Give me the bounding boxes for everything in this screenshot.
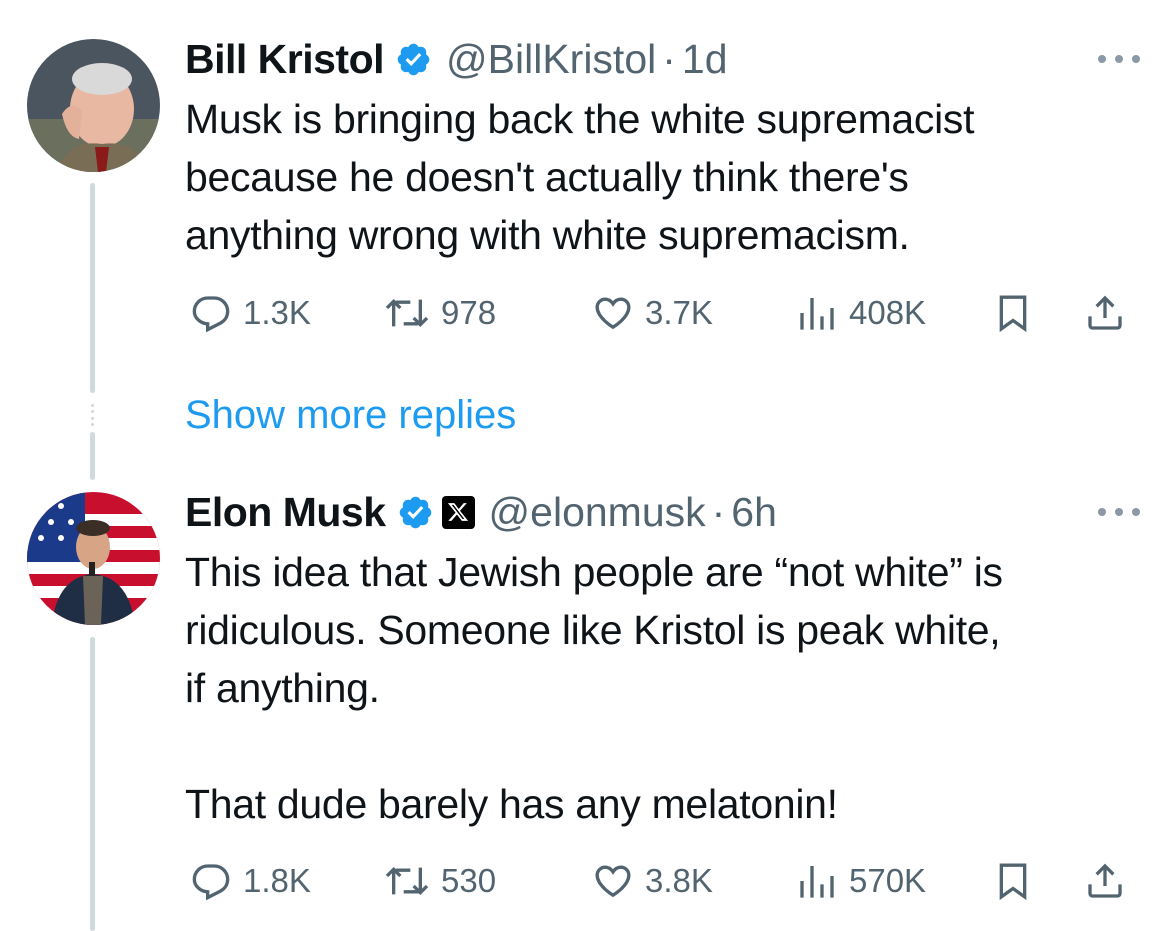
like-button[interactable]: 3.8K	[593, 856, 713, 906]
bookmark-icon	[999, 863, 1027, 901]
bookmark-icon	[999, 295, 1027, 333]
heart-icon	[595, 865, 631, 898]
reply-button[interactable]: 1.8K	[191, 856, 311, 906]
avatar[interactable]	[27, 492, 160, 625]
avatar[interactable]	[27, 39, 160, 172]
tweet-header: Elon Musk @elonmusk · 6h	[185, 487, 777, 537]
x-affiliation-icon[interactable]	[441, 495, 475, 529]
repost-icon	[385, 298, 429, 328]
verified-badge-icon[interactable]	[397, 494, 434, 531]
show-more-replies-link[interactable]: Show more replies	[185, 393, 516, 438]
verified-badge-icon[interactable]	[395, 41, 432, 78]
more-icon[interactable]	[1098, 49, 1140, 69]
heart-icon	[595, 297, 631, 330]
separator-dot: ·	[711, 488, 726, 535]
separator-dot: ·	[662, 35, 676, 82]
view-count: 408K	[849, 294, 927, 331]
action-bar: 1.8K 530 3.8K 570K	[185, 856, 1145, 906]
share-button[interactable]	[1085, 288, 1137, 338]
reply-icon	[192, 864, 230, 901]
handle[interactable]: @elonmusk	[489, 489, 706, 536]
share-icon	[1088, 863, 1122, 898]
views-button[interactable]: 408K	[797, 288, 926, 338]
display-name[interactable]: Elon Musk	[185, 489, 386, 536]
like-count: 3.7K	[645, 294, 713, 331]
thread-gap-dots	[91, 404, 94, 426]
reply-icon	[192, 296, 230, 333]
reply-count: 1.3K	[243, 294, 311, 331]
views-icon	[800, 298, 834, 330]
reply-button[interactable]: 1.3K	[191, 288, 311, 338]
display-name[interactable]: Bill Kristol	[185, 36, 385, 83]
timestamp[interactable]: 6h	[731, 489, 777, 536]
share-icon	[1088, 295, 1122, 330]
tweet-bill-kristol[interactable]: Bill Kristol @BillKristol · 1d Musk is b…	[0, 0, 1170, 380]
more-icon[interactable]	[1098, 502, 1140, 522]
reply-count: 1.8K	[243, 862, 311, 899]
thread-line-middle	[90, 432, 95, 480]
tweet-header: Bill Kristol @BillKristol · 1d	[185, 34, 728, 84]
like-button[interactable]: 3.7K	[593, 288, 713, 338]
tweet-text: This idea that Jewish people are “not wh…	[185, 549, 1003, 827]
repost-icon	[385, 866, 429, 896]
views-icon	[800, 866, 834, 898]
repost-count: 978	[441, 294, 497, 331]
timestamp[interactable]: 1d	[682, 36, 728, 83]
tweet-elon-musk[interactable]: Elon Musk @elonmusk · 6h This idea that …	[0, 480, 1170, 931]
like-count: 3.8K	[645, 862, 713, 899]
tweet-text: Musk is bringing back the white supremac…	[185, 96, 975, 258]
share-button[interactable]	[1085, 856, 1137, 906]
bookmark-button[interactable]	[993, 288, 1045, 338]
views-button[interactable]: 570K	[797, 856, 926, 906]
repost-count: 530	[441, 862, 497, 899]
action-bar: 1.3K 978 3.7K 408K	[185, 288, 1145, 338]
handle[interactable]: @BillKristol	[446, 36, 656, 83]
repost-button[interactable]: 978	[385, 288, 496, 338]
repost-button[interactable]: 530	[385, 856, 496, 906]
bookmark-button[interactable]	[993, 856, 1045, 906]
view-count: 570K	[849, 862, 927, 899]
